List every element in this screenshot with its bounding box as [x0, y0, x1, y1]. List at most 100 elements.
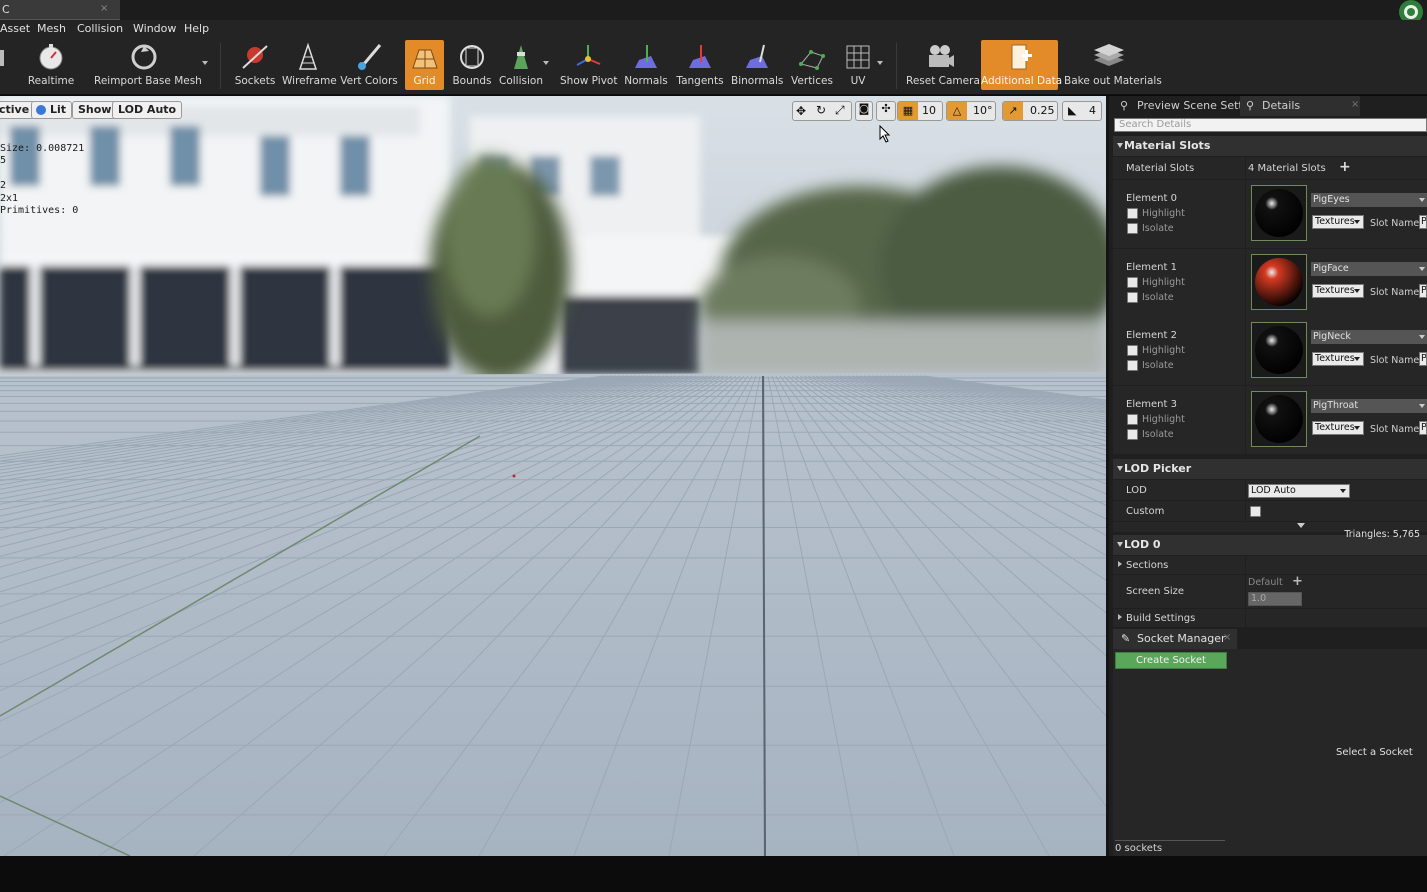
add-material-slot-icon[interactable]: +: [1339, 159, 1351, 175]
save-button[interactable]: [0, 40, 10, 90]
material-name-picker[interactable]: PigNeck: [1311, 330, 1427, 344]
custom-checkbox[interactable]: [1250, 506, 1261, 517]
grid-button[interactable]: Grid: [405, 40, 444, 90]
slot-name-input[interactable]: P: [1419, 215, 1427, 229]
material-name-picker[interactable]: PigThroat: [1311, 398, 1427, 413]
textures-dropdown[interactable]: Textures: [1312, 352, 1364, 366]
highlight-checkbox[interactable]: [1127, 276, 1138, 288]
menu-help[interactable]: Help: [184, 22, 209, 35]
menu-mesh[interactable]: Mesh: [37, 22, 66, 35]
vertices-button[interactable]: Vertices: [790, 40, 834, 90]
lod0-category[interactable]: LOD 0 Triangles: 5,765: [1113, 529, 1427, 555]
highlight-label: Highlight: [1142, 345, 1185, 356]
material-thumbnail[interactable]: [1251, 253, 1307, 310]
uv-button[interactable]: UV: [838, 40, 878, 90]
rotation-snap-control[interactable]: △ 10°: [946, 101, 996, 121]
preview-viewport[interactable]: ctive Lit Show LOD Auto Size: 0.008721 5…: [0, 96, 1106, 856]
realtime-label: Realtime: [27, 75, 75, 87]
vert-colors-button[interactable]: Vert Colors: [340, 40, 398, 90]
screen-size-input[interactable]: 1.0: [1248, 592, 1302, 606]
wireframe-button[interactable]: Wireframe: [282, 40, 337, 90]
add-platform-override-icon[interactable]: +: [1292, 574, 1303, 589]
chevron-down-icon: [1354, 220, 1360, 224]
close-tab-icon[interactable]: ×: [1351, 99, 1359, 110]
camera-speed-value: 4: [1089, 104, 1096, 117]
tangents-button[interactable]: Tangents: [676, 40, 724, 90]
scale-snap-control[interactable]: ↗ 0.25: [1002, 101, 1058, 121]
sections-row[interactable]: Sections: [1113, 556, 1245, 574]
document-tab[interactable]: C ×: [0, 0, 120, 20]
material-name-picker[interactable]: PigEyes: [1311, 193, 1427, 207]
menu-asset[interactable]: Asset: [0, 22, 30, 35]
grid-snap-control[interactable]: ▦ 10: [897, 101, 943, 121]
textures-dropdown[interactable]: Textures: [1312, 283, 1364, 298]
slot-name-input[interactable]: P: [1419, 352, 1427, 366]
normals-button[interactable]: Normals: [624, 40, 668, 90]
uv-dropdown-icon[interactable]: [877, 61, 883, 65]
translate-icon[interactable]: ✥: [796, 104, 806, 118]
close-tab-icon[interactable]: ×: [1223, 632, 1231, 643]
reimport-base-mesh-button[interactable]: Reimport Base Mesh: [94, 40, 202, 90]
show-flags-button[interactable]: Show: [72, 101, 118, 119]
reimport-dropdown-icon[interactable]: [202, 61, 208, 65]
bounds-button[interactable]: Bounds: [451, 40, 493, 90]
close-tab-icon[interactable]: ×: [100, 3, 108, 14]
scale-icon[interactable]: ⤢: [835, 103, 845, 118]
highlight-checkbox[interactable]: [1127, 345, 1138, 356]
bake-out-materials-button[interactable]: Bake out Materials: [1064, 40, 1162, 90]
lod-picker-category[interactable]: LOD Picker: [1113, 459, 1427, 479]
collision-button[interactable]: Collision: [498, 40, 544, 90]
additional-data-button[interactable]: Additional Data: [981, 40, 1062, 90]
surface-snap-button[interactable]: ✣: [876, 101, 896, 121]
menu-window[interactable]: Window: [133, 22, 176, 35]
isolate-checkbox[interactable]: [1127, 223, 1138, 234]
tangents-label: Tangents: [676, 75, 724, 87]
wireframe-label: Wireframe: [282, 75, 337, 87]
highlight-checkbox[interactable]: [1127, 208, 1138, 219]
reset-camera-button[interactable]: Reset Camera: [906, 40, 980, 90]
sockets-button[interactable]: Sockets: [232, 40, 278, 90]
textures-dropdown[interactable]: Textures: [1312, 215, 1364, 229]
textures-dropdown[interactable]: Textures: [1312, 420, 1364, 435]
lod-select[interactable]: LOD Auto: [1248, 484, 1350, 498]
lod-auto-button[interactable]: LOD Auto: [112, 101, 183, 119]
perspective-button[interactable]: ctive: [0, 101, 36, 119]
bake-icon: [1094, 44, 1124, 66]
coordinate-system-button[interactable]: ◙: [855, 101, 873, 121]
show-pivot-button[interactable]: Show Pivot: [560, 40, 617, 90]
tab-preview-scene-settings[interactable]: ⚲ Preview Scene Sett: [1113, 96, 1243, 116]
search-details-input[interactable]: Search Details: [1114, 118, 1427, 132]
uv-label: UV: [850, 75, 866, 87]
collision-dropdown-icon[interactable]: [543, 61, 549, 65]
custom-label: Custom: [1126, 506, 1165, 517]
build-settings-row[interactable]: Build Settings: [1113, 609, 1245, 627]
camera-icon: [929, 45, 954, 67]
material-thumbnail[interactable]: [1251, 185, 1307, 241]
stat-line: 5: [0, 155, 7, 167]
rotation-snap-value: 10°: [973, 104, 993, 117]
material-thumbnail[interactable]: [1251, 390, 1307, 447]
highlight-checkbox[interactable]: [1127, 413, 1138, 425]
create-socket-button[interactable]: Create Socket: [1115, 652, 1227, 669]
isolate-checkbox[interactable]: [1127, 428, 1138, 440]
rotate-icon[interactable]: ↻: [816, 103, 826, 117]
slot-name-input[interactable]: P: [1419, 283, 1427, 298]
material-slots-category[interactable]: Material Slots: [1113, 136, 1427, 156]
stat-line: [0, 168, 84, 180]
view-mode-lit-button[interactable]: Lit: [31, 101, 73, 119]
material-thumbnail[interactable]: [1251, 322, 1307, 378]
scale-snap-value: 0.25: [1030, 104, 1055, 117]
menu-collision[interactable]: Collision: [77, 22, 123, 35]
tab-socket-manager[interactable]: ✎ Socket Manager ×: [1113, 629, 1237, 649]
tab-details[interactable]: ⚲ Details ×: [1240, 96, 1360, 116]
realtime-button[interactable]: Realtime: [24, 40, 78, 90]
binormals-button[interactable]: Binormals: [731, 40, 783, 90]
slot-name-label: Slot Name: [1370, 218, 1420, 229]
material-name-picker[interactable]: PigFace: [1311, 261, 1427, 276]
socket-list-divider: [1115, 840, 1225, 841]
isolate-checkbox[interactable]: [1127, 291, 1138, 303]
element-label: Element 1: [1126, 261, 1177, 273]
slot-name-input[interactable]: P: [1419, 420, 1427, 435]
camera-speed-control[interactable]: ◣ 4: [1062, 101, 1102, 121]
isolate-checkbox[interactable]: [1127, 360, 1138, 371]
